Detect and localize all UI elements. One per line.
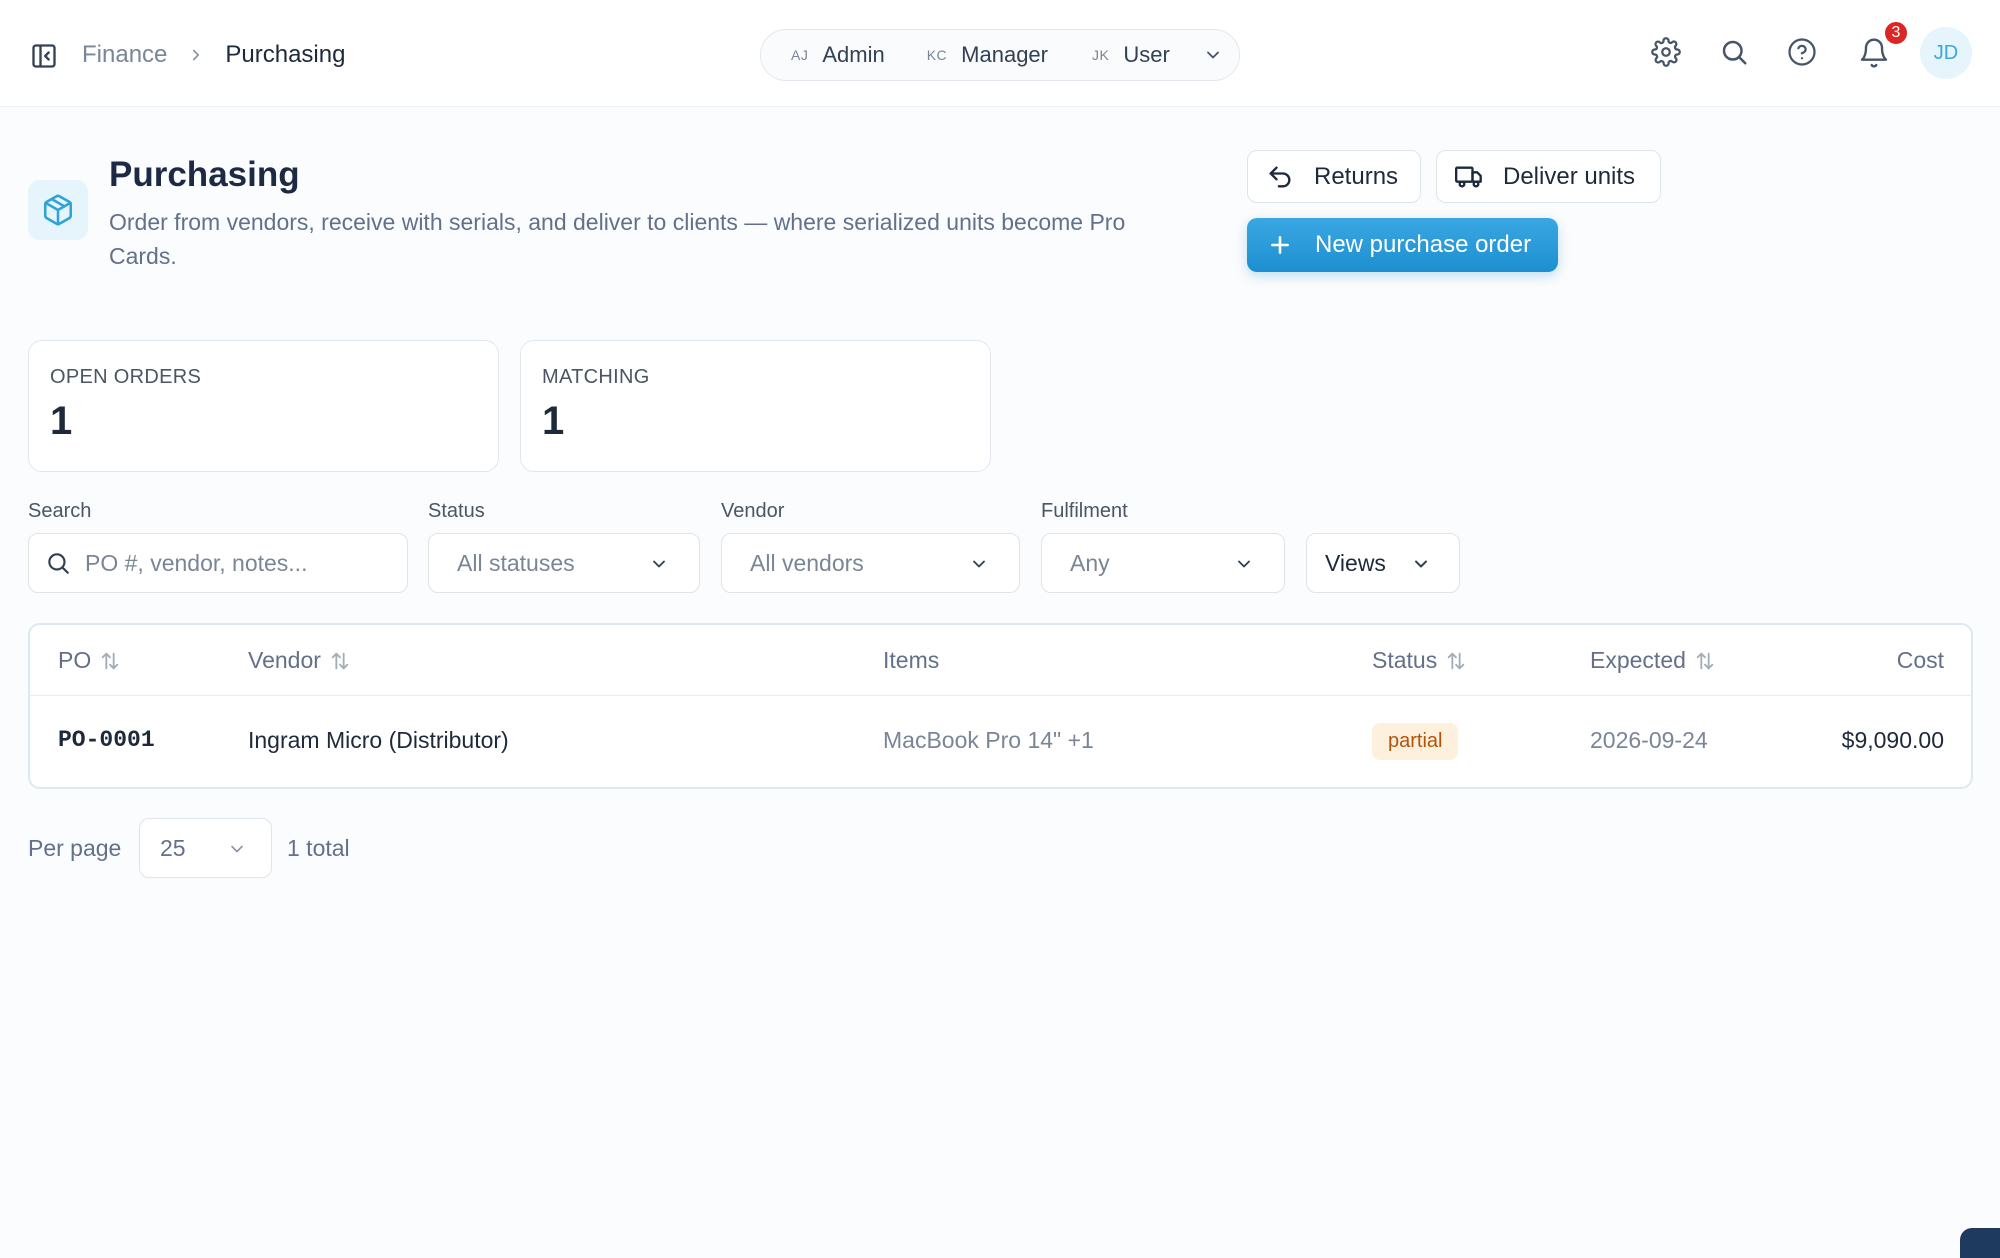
items-summary: MacBook Pro 14" +1 [883, 727, 1094, 753]
total-count: 1 total [287, 835, 350, 861]
page-description: Order from vendors, receive with serials… [109, 209, 1126, 269]
column-header-items: Items [883, 647, 939, 674]
sort-icon [1445, 650, 1467, 672]
per-page-label: Per page [28, 835, 122, 861]
column-label: Items [883, 647, 940, 673]
deliver-units-label: Deliver units [1503, 162, 1636, 190]
views-label: Views [1325, 549, 1386, 576]
table-header: PO Vendor Items Status Expected Cost [30, 625, 1971, 696]
stat-card-matching: MATCHING 1 [520, 340, 991, 472]
role-user[interactable]: JK User [1092, 42, 1170, 68]
help-icon[interactable] [1787, 37, 1819, 69]
stat-label: MATCHING [542, 366, 650, 388]
status-select[interactable]: All statuses [428, 533, 700, 593]
po-number[interactable]: PO-0001 [58, 727, 155, 753]
breadcrumb-current: Purchasing [225, 41, 346, 68]
per-page-select[interactable]: 25 [139, 818, 272, 878]
truck-icon [1455, 163, 1483, 191]
role-manager[interactable]: KC Manager [927, 42, 1048, 68]
column-header-vendor[interactable]: Vendor [248, 647, 351, 674]
new-purchase-order-button[interactable]: New purchase order [1247, 218, 1558, 272]
chevron-down-icon[interactable] [1203, 45, 1223, 65]
role-name: User [1123, 42, 1170, 67]
returns-label: Returns [1314, 162, 1399, 190]
stat-label: OPEN ORDERS [50, 366, 202, 388]
search-icon[interactable] [1719, 37, 1751, 69]
assistant-launcher[interactable] [1960, 1228, 2000, 1258]
status-filter-label: Status [428, 500, 485, 522]
search-input[interactable] [85, 549, 385, 577]
column-label: Cost [1896, 647, 1944, 673]
stat-value: 1 [50, 399, 73, 443]
plus-icon [1267, 232, 1293, 258]
chevron-down-icon [969, 554, 989, 574]
per-page-value: 25 [160, 834, 186, 861]
role-initials: JK [1092, 47, 1110, 63]
role-switcher[interactable]: AJ Admin KC Manager JK User [760, 29, 1240, 81]
role-name: Manager [961, 42, 1048, 67]
settings-icon[interactable] [1651, 37, 1683, 69]
stat-value: 1 [542, 399, 565, 443]
sidebar-toggle-icon[interactable] [30, 42, 58, 70]
vendor-select[interactable]: All vendors [721, 533, 1020, 593]
column-header-status[interactable]: Status [1372, 647, 1467, 674]
breadcrumb: Finance Purchasing [82, 38, 345, 72]
stat-card-open-orders: OPEN ORDERS 1 [28, 340, 499, 472]
sort-icon [1694, 650, 1716, 672]
page-title: Purchasing [109, 155, 300, 194]
top-bar: Finance Purchasing AJ Admin KC Manager J… [0, 0, 2000, 107]
role-initials: AJ [791, 47, 809, 63]
views-dropdown[interactable]: Views [1306, 533, 1460, 593]
vendor-select-value: All vendors [750, 549, 864, 576]
fulfilment-filter-label: Fulfilment [1041, 500, 1128, 522]
notification-badge: 3 [1883, 20, 1909, 46]
role-initials: KC [926, 47, 948, 63]
sort-icon [329, 650, 351, 672]
status-select-value: All statuses [457, 549, 575, 576]
chevron-down-icon [649, 554, 669, 574]
purchase-orders-table: PO Vendor Items Status Expected Cost PO-… [28, 623, 1973, 789]
chevron-down-icon [1411, 554, 1431, 574]
status-badge: partial [1372, 723, 1459, 760]
bell-icon[interactable] [1858, 37, 1890, 69]
column-label: Vendor [248, 647, 321, 673]
cube-icon [28, 180, 88, 240]
fulfilment-select-value: Any [1070, 549, 1110, 576]
vendor-filter-label: Vendor [721, 500, 785, 522]
search-label: Search [28, 500, 92, 522]
returns-button[interactable]: Returns [1247, 150, 1421, 203]
search-field[interactable] [28, 533, 408, 593]
cost-value: $9,090.00 [1841, 727, 1944, 753]
table-row[interactable]: PO-0001 Ingram Micro (Distributor) MacBo… [30, 696, 1971, 787]
deliver-units-button[interactable]: Deliver units [1436, 150, 1661, 203]
search-icon [45, 550, 71, 576]
chevron-right-icon [187, 46, 205, 64]
vendor-name: Ingram Micro (Distributor) [248, 727, 509, 753]
breadcrumb-finance[interactable]: Finance [82, 41, 167, 69]
column-label: Status [1372, 647, 1438, 673]
role-name: Admin [822, 42, 885, 67]
expected-date: 2026-09-24 [1590, 727, 1708, 753]
role-admin[interactable]: AJ Admin [791, 42, 885, 68]
sort-icon [99, 650, 121, 672]
chevron-down-icon [227, 839, 247, 859]
column-header-expected[interactable]: Expected [1590, 647, 1716, 674]
column-label: Expected [1590, 647, 1686, 673]
column-header-po[interactable]: PO [58, 647, 121, 674]
column-label: PO [58, 647, 92, 673]
new-purchase-order-label: New purchase order [1315, 231, 1532, 258]
chevron-down-icon [1234, 554, 1254, 574]
column-header-cost: Cost [1897, 647, 1944, 674]
undo-icon [1266, 163, 1294, 191]
avatar[interactable]: JD [1920, 27, 1972, 79]
fulfilment-select[interactable]: Any [1041, 533, 1285, 593]
